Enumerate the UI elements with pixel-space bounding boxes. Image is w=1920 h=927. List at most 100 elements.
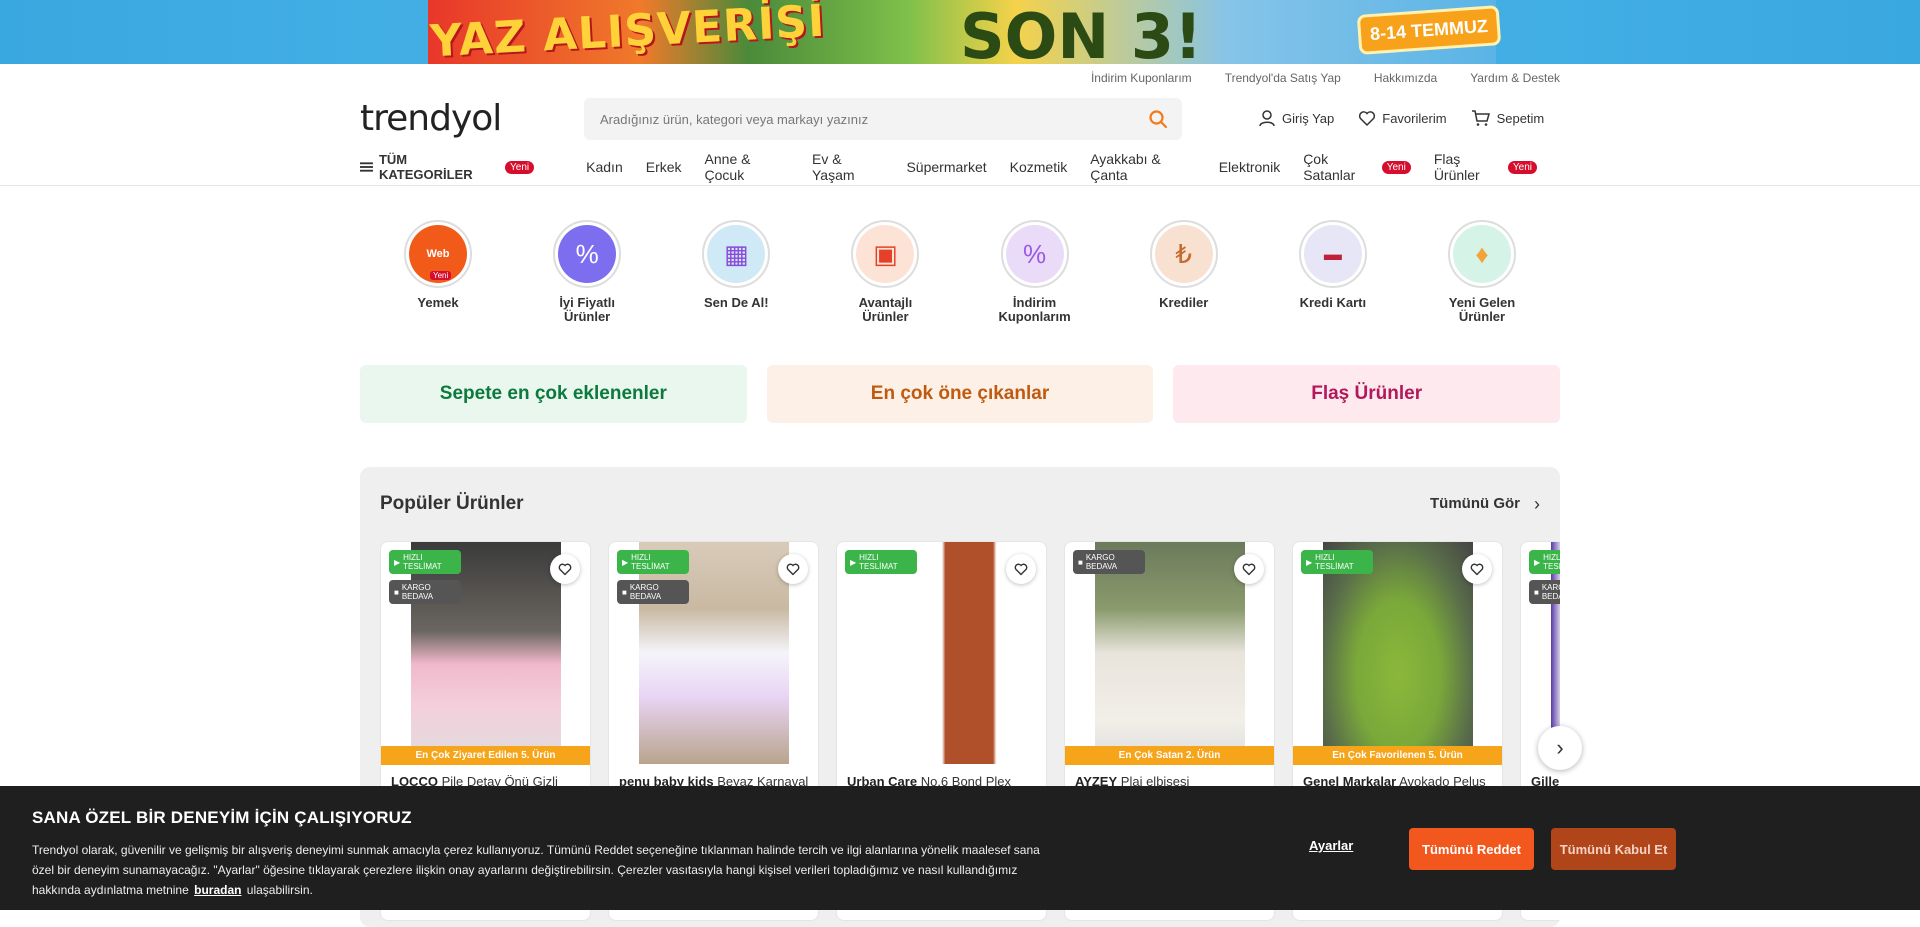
quick-link-sen-de-al[interactable]: ▦ Sen De Al!	[668, 220, 804, 324]
free-cargo-tag: ■KARGO BEDAVA	[617, 580, 689, 604]
top-link-about[interactable]: Hakkımızda	[1374, 71, 1437, 85]
quick-link-label: İyi Fiyatlı Ürünler	[559, 295, 615, 324]
nav-item-kozmetik[interactable]: Kozmetik	[1010, 159, 1068, 175]
tag-label: KARGO BEDAVA	[1085, 553, 1118, 571]
product-image[interactable]	[1095, 542, 1245, 764]
category-nav: TÜM KATEGORİLER Yeni Kadın Erkek Anne & …	[360, 151, 1560, 183]
quick-link-ring: %	[553, 220, 622, 288]
rank-badge: En Çok Ziyaret Edilen 5. Ürün	[381, 746, 590, 765]
quick-link-label: Sen De Al!	[704, 295, 769, 310]
top-link-coupons[interactable]: İndirim Kuponlarım	[1091, 71, 1192, 85]
all-categories-button[interactable]: TÜM KATEGORİLER Yeni	[360, 152, 535, 182]
accept-all-button[interactable]: Tümünü Kabul Et	[1551, 828, 1676, 870]
cart-button[interactable]: Sepetim	[1471, 109, 1545, 127]
quick-link-ring: ₺	[1149, 220, 1218, 288]
promo-banner[interactable]: YAZ ALIŞVERİŞİ SON 3! 8-14 TEMMUZ	[0, 0, 1920, 64]
nav-item-erkek[interactable]: Erkek	[646, 159, 682, 175]
tag-label: HIZLI TESLİMAT	[403, 553, 442, 571]
free-cargo-tag: ■KARGO BEDAVA	[1529, 580, 1560, 604]
top-links: İndirim Kuponlarım Trendyol'da Satış Yap…	[1091, 71, 1560, 85]
search-input[interactable]	[584, 98, 1124, 140]
quick-link-yemek[interactable]: Web Yeni Yemek	[370, 220, 506, 324]
reject-all-button[interactable]: Tümünü Reddet	[1409, 828, 1534, 870]
product-image[interactable]	[1323, 542, 1473, 764]
heart-icon	[558, 563, 572, 576]
quick-link-iyi-fiyatli[interactable]: % İyi Fiyatlı Ürünler	[519, 220, 655, 324]
quick-link-indirim-kuponlarim[interactable]: % İndirim Kuponlarım	[967, 220, 1103, 324]
box-icon: ■	[394, 587, 399, 597]
quick-link-avantajli[interactable]: ▣ Avantajlı Ürünler	[817, 220, 953, 324]
carousel-next-button[interactable]: ›	[1538, 726, 1582, 770]
cookie-consent-banner: SANA ÖZEL BİR DENEYİM İÇİN ÇALIŞIYORUZ T…	[0, 786, 1920, 910]
product-image[interactable]	[857, 542, 1027, 764]
nav-item-elektronik[interactable]: Elektronik	[1219, 159, 1280, 175]
login-button[interactable]: Giriş Yap	[1258, 109, 1334, 127]
coupon-icon: %	[1005, 225, 1064, 283]
tag-label: KARGO BEDAVA	[629, 583, 662, 601]
quick-link-ring: Web Yeni	[404, 220, 472, 288]
quick-links: Web Yeni Yemek % İyi Fiyatlı Ürünler ▦ Se…	[360, 220, 1560, 324]
quick-link-krediler[interactable]: ₺ Krediler	[1116, 220, 1252, 324]
money-bag-icon: ₺	[1154, 225, 1213, 283]
see-all-link[interactable]: Tümünü Gör	[1430, 495, 1520, 512]
fast-delivery-tag: ▶HIZLI TESLİMAT	[845, 550, 917, 574]
new-badge: Yeni	[1507, 160, 1538, 174]
nav-item-kadin[interactable]: Kadın	[586, 159, 623, 175]
favorite-button[interactable]	[778, 554, 808, 584]
truck-icon: ▶	[850, 557, 857, 567]
box-icon: ■	[1534, 587, 1539, 597]
nav-item-ev-yasam[interactable]: Ev & Yaşam	[812, 151, 883, 183]
favorite-button[interactable]	[550, 554, 580, 584]
nav-item-flas-urunler[interactable]: Flaş Ürünler Yeni	[1434, 151, 1538, 183]
quick-link-label: Yemek	[417, 295, 459, 310]
user-icon	[1259, 110, 1275, 127]
banner-center-text: SON 3!	[960, 0, 1203, 64]
quick-link-label: İndirim Kuponlarım	[998, 295, 1071, 324]
cookie-settings-link[interactable]: Ayarlar	[1309, 838, 1353, 853]
login-label: Giriş Yap	[1282, 110, 1335, 126]
search-bar	[584, 98, 1182, 140]
nav-item-ayakkabi-canta[interactable]: Ayakkabı & Çanta	[1090, 151, 1196, 183]
nav-item-supermarket[interactable]: Süpermarket	[906, 159, 986, 175]
quick-link-ring: ▦	[702, 220, 771, 288]
new-badge: Yeni	[430, 271, 452, 280]
quick-link-kredi-karti[interactable]: ▬ Kredi Kartı	[1265, 220, 1401, 324]
product-tags: ▶HIZLI TESLİMAT ■KARGO BEDAVA	[617, 550, 689, 604]
top-link-sell[interactable]: Trendyol'da Satış Yap	[1225, 71, 1341, 85]
tag-label: HIZLI TESLİMAT	[631, 553, 670, 571]
gift-icon: ▣	[856, 225, 915, 283]
product-tags: ▶ HIZLI TESLİMAT	[1301, 550, 1373, 574]
favorites-button[interactable]: Favorilerim	[1358, 109, 1447, 127]
quick-link-yeni-gelen[interactable]: ♦ Yeni Gelen Ürünler	[1414, 220, 1550, 324]
free-cargo-tag: ■KARGO BEDAVA	[389, 580, 461, 604]
search-icon[interactable]	[1148, 109, 1168, 129]
nav-item-cok-satanlar[interactable]: Çok Satanlar Yeni	[1303, 151, 1411, 183]
rank-badge: En Çok Satan 2. Ürün	[1065, 746, 1274, 765]
chevron-right-icon[interactable]: ›	[1534, 494, 1540, 515]
product-tags: ▶HIZLI TESLİMAT ■KARGO BEDAVA	[1529, 550, 1560, 604]
nav-item-anne-cocuk[interactable]: Anne & Çocuk	[705, 151, 789, 183]
tab-flas-urunler[interactable]: Flaş Ürünler	[1173, 365, 1561, 423]
nav-item-label: Çok Satanlar	[1303, 151, 1356, 183]
quick-link-label: Yeni Gelen Ürünler	[1448, 295, 1516, 324]
favorite-button[interactable]	[1006, 554, 1036, 584]
cart-label: Sepetim	[1496, 110, 1545, 126]
tag-label: HIZLI TESLİMAT	[1543, 553, 1560, 571]
tab-en-cok-one-cikanlar[interactable]: En çok öne çıkanlar	[766, 365, 1154, 423]
logo[interactable]: trendyol	[360, 98, 502, 139]
box-icon: ■	[1078, 557, 1083, 567]
truck-icon: ▶	[1534, 557, 1541, 567]
favorite-button[interactable]	[1234, 554, 1264, 584]
favorites-label: Favorilerim	[1382, 110, 1447, 126]
quick-link-ring: ▬	[1298, 220, 1367, 288]
bell-icon: ♦	[1452, 225, 1511, 283]
favorite-button[interactable]	[1462, 554, 1492, 584]
cart-icon	[1471, 110, 1490, 126]
cookie-title: SANA ÖZEL BİR DENEYİM İÇİN ÇALIŞIYORUZ	[32, 808, 412, 827]
cookie-policy-link[interactable]: buradan	[194, 883, 241, 897]
tab-sepete-en-cok[interactable]: Sepete en çok eklenenler	[360, 365, 747, 423]
tag-label: HIZLI TESLİMAT	[1315, 553, 1354, 571]
rank-badge: En Çok Favorilenen 5. Ürün	[1293, 746, 1502, 765]
section-title: Popüler Ürünler	[380, 493, 524, 514]
top-link-help[interactable]: Yardım & Destek	[1470, 71, 1560, 85]
